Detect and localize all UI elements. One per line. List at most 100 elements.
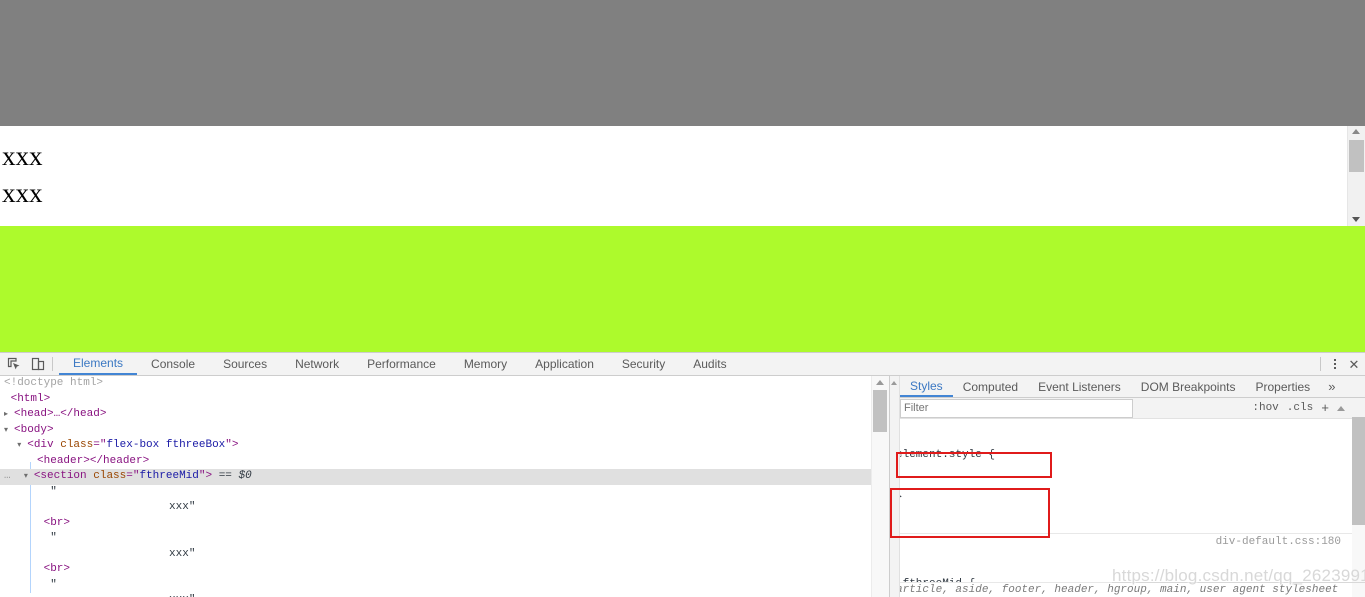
more-tabs-icon[interactable]: »: [1320, 379, 1343, 394]
scrollbar-thumb[interactable]: [1352, 417, 1365, 525]
devtools-tabbar-actions: ✕: [1320, 353, 1361, 375]
dom-row-text-node[interactable]: ": [0, 531, 872, 547]
dom-row-br[interactable]: <br>: [0, 516, 872, 532]
styles-pane-handle[interactable]: [890, 376, 900, 597]
tab-event-listeners[interactable]: Event Listeners: [1028, 377, 1131, 397]
page-text-line: xxx: [0, 212, 1348, 226]
tab-application[interactable]: Application: [521, 354, 608, 375]
hov-button[interactable]: :hov: [1252, 402, 1278, 414]
tabbar-divider: [1320, 357, 1321, 371]
close-icon[interactable]: ✕: [1347, 358, 1361, 371]
devtools-window: xxx xxx xxx: [0, 0, 1365, 596]
tab-dom-breakpoints[interactable]: DOM Breakpoints: [1131, 377, 1246, 397]
dom-row-text-node[interactable]: ": [0, 578, 872, 594]
page-footer-band: [0, 226, 1365, 352]
dom-doctype-text: <!doctype html>: [4, 377, 103, 389]
css-rule-element-style[interactable]: element.style { }: [890, 419, 1365, 534]
tab-console[interactable]: Console: [137, 354, 209, 375]
page-preview: xxx xxx xxx: [0, 0, 1365, 352]
cls-button[interactable]: .cls: [1287, 402, 1313, 414]
dom-attr-name[interactable]: class: [93, 470, 126, 482]
dom-tag-html: <html>: [11, 393, 51, 405]
scroll-up-icon[interactable]: [891, 381, 897, 385]
dom-row-section[interactable]: … ▾<section class="fthreeMid"> == $0: [0, 469, 872, 485]
filter-input[interactable]: [900, 399, 1133, 418]
scroll-up-icon[interactable]: [1337, 406, 1345, 411]
dom-row-text-node[interactable]: ": [0, 485, 872, 501]
user-agent-stylesheet-rule[interactable]: article, aside, footer, header, hgroup, …: [890, 582, 1365, 597]
dom-attr-value[interactable]: flex-box fthreeBox: [106, 439, 225, 451]
dom-text-value: xxx": [4, 548, 195, 560]
scroll-up-icon[interactable]: [872, 376, 889, 389]
scrollbar-thumb[interactable]: [1349, 140, 1364, 172]
page-text-line: xxx: [0, 126, 1348, 175]
dom-text-quote: ": [4, 532, 57, 544]
dom-tree-scrollbar[interactable]: [871, 376, 889, 597]
tab-elements[interactable]: Elements: [59, 353, 137, 375]
css-rule-origin[interactable]: div-default.css:180: [1216, 535, 1341, 549]
new-style-rule-button[interactable]: +: [1321, 401, 1329, 416]
scroll-down-icon[interactable]: [1348, 214, 1365, 226]
tab-styles[interactable]: Styles: [900, 376, 953, 397]
dom-tag-body: <body>: [14, 424, 54, 436]
devtools-tool-icons: [0, 356, 50, 372]
inspect-element-icon[interactable]: [6, 356, 22, 372]
tab-audits[interactable]: Audits: [679, 354, 740, 375]
devtools-tabbar: Elements Console Sources Network Perform…: [0, 353, 1365, 376]
styles-scrollbar[interactable]: [1352, 417, 1365, 597]
css-rules-list: element.style { } div-default.css:180 .f…: [890, 419, 1365, 597]
tab-properties[interactable]: Properties: [1245, 377, 1320, 397]
page-middle-scrollbar[interactable]: [1347, 126, 1365, 226]
dom-row-doctype[interactable]: <!doctype html>: [0, 376, 872, 392]
dom-tree-pane[interactable]: <!doctype html> <html> ▸<head>…</head> ▾…: [0, 376, 889, 597]
dom-gutter-ellipsis: …: [4, 470, 11, 482]
dom-tree: <!doctype html> <html> ▸<head>…</head> ▾…: [0, 376, 872, 597]
tab-computed[interactable]: Computed: [953, 377, 1028, 397]
chevron-down-icon[interactable]: ▾: [17, 438, 27, 454]
tab-performance[interactable]: Performance: [353, 354, 450, 375]
dom-row-body[interactable]: ▾<body>: [0, 423, 872, 439]
css-rule-close: }: [896, 490, 1365, 504]
dom-text-quote: ": [4, 579, 57, 591]
dom-tag-name: div: [34, 439, 54, 451]
dom-tag-name: section: [40, 470, 86, 482]
dom-tag-br: <br>: [4, 517, 70, 529]
dom-attr-name[interactable]: class: [60, 439, 93, 451]
devtools-tab-list: Elements Console Sources Network Perform…: [59, 353, 741, 375]
page-text-line: xxx: [0, 175, 1348, 212]
scrollbar-thumb[interactable]: [873, 390, 887, 432]
tab-security[interactable]: Security: [608, 354, 679, 375]
dom-child-nodes: " xxx" <br> " xxx" <br> " xxx" <br> " xx…: [0, 485, 872, 597]
scroll-up-icon[interactable]: [1348, 126, 1365, 138]
css-selector[interactable]: element.style {: [896, 448, 1365, 462]
styles-filter-row: :hov .cls +: [890, 398, 1365, 419]
tab-memory[interactable]: Memory: [450, 354, 521, 375]
dom-row-html[interactable]: <html>: [0, 392, 872, 408]
chevron-down-icon[interactable]: ▾: [24, 469, 34, 485]
dom-attr-value[interactable]: fthreeMid: [139, 470, 198, 482]
dom-row-head[interactable]: ▸<head>…</head>: [0, 407, 872, 423]
styles-tabbar: Styles Computed Event Listeners DOM Brea…: [890, 376, 1365, 398]
tab-network[interactable]: Network: [281, 354, 353, 375]
page-middle-section[interactable]: xxx xxx xxx: [0, 126, 1348, 226]
dom-row-text-node[interactable]: xxx": [0, 547, 872, 563]
styles-pane: Styles Computed Event Listeners DOM Brea…: [890, 376, 1365, 597]
page-header-band: [0, 0, 1365, 126]
dom-row-text-node[interactable]: xxx": [0, 593, 872, 597]
device-toolbar-icon[interactable]: [30, 356, 46, 372]
devtools-body: <!doctype html> <html> ▸<head>…</head> ▾…: [0, 376, 1365, 597]
more-options-icon[interactable]: [1329, 356, 1341, 372]
styles-filter-actions: :hov .cls +: [1252, 401, 1345, 416]
chevron-right-icon[interactable]: ▸: [4, 407, 14, 423]
dom-selected-marker: == $0: [212, 470, 252, 482]
tab-sources[interactable]: Sources: [209, 354, 281, 375]
dom-tag-head: <head>…</head>: [14, 408, 106, 420]
tabbar-divider: [52, 357, 53, 371]
dom-row-div[interactable]: ▾<div class="flex-box fthreeBox">: [0, 438, 872, 454]
dom-row-br[interactable]: <br>: [0, 562, 872, 578]
dom-row-text-node[interactable]: xxx": [0, 500, 872, 516]
dom-tag-header: <header></header>: [37, 455, 149, 467]
dom-row-header[interactable]: <header></header>: [0, 454, 872, 470]
chevron-down-icon[interactable]: ▾: [4, 423, 14, 439]
devtools-panel: Elements Console Sources Network Perform…: [0, 352, 1365, 597]
